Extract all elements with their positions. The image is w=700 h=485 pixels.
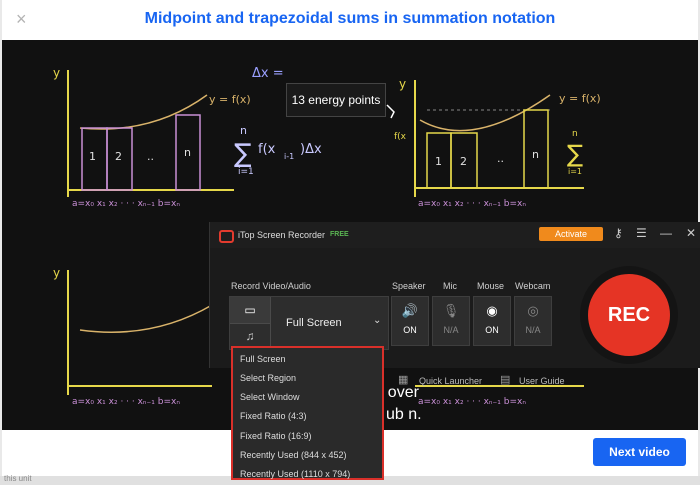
next-video-button[interactable]: Next video [593,438,686,466]
left-top-graph: y y = f(x) 1 2 .. n a=x₀ x₁ x₂ · · · xₙ₋… [53,66,322,209]
sum-subscript: i-1 [284,152,294,161]
record-mode-selector[interactable]: ▭ ♫ Full Screen ⌄ [229,296,389,350]
dropdown-item-fixed-16-9[interactable]: Fixed Ratio (16:9) [240,431,312,441]
user-guide-link[interactable]: User Guide [519,376,565,386]
left-bottom-graph: y a=x₀ x₁ x₂ · · · xₙ₋₁ b=xₙ [53,266,213,407]
left-top-fx-label: y = f(x) [209,93,251,106]
right-bar-dots: .. [497,152,504,165]
dropdown-item-recent-2[interactable]: Recently Used (1110 x 794) [240,469,350,479]
recorder-app-name: iTop Screen Recorder [238,230,326,240]
right-top-y-label: y [399,77,406,91]
right-bottom-axis-labels: a=x₀ x₁ x₂ · · · xₙ₋₁ b=xₙ [418,397,526,407]
left-bar-2: 2 [115,150,122,163]
speaker-icon: 🔊 [401,303,419,318]
close-window-icon[interactable]: ✕ [686,226,696,240]
mic-status: N/A [443,325,459,335]
speaker-status: ON [403,325,417,335]
sum-tail: )Δx [300,142,322,157]
page-bottom-text: this unit [4,474,32,483]
dropdown-item-full-screen[interactable]: Full Screen [240,354,286,364]
speaker-toggle[interactable]: 🔊 ON [391,296,429,346]
mouse-label: Mouse [477,281,505,291]
left-top-y-label: y [53,66,60,80]
mouse-icon: ◉ [486,303,498,318]
free-badge: FREE [330,231,349,238]
webcam-status: N/A [525,325,541,335]
right-bar-n: n [532,148,539,161]
svg-text:∑: ∑ [567,140,583,168]
delta-x-label: Δx = [252,66,284,81]
rec-button[interactable]: REC [588,274,670,356]
activate-button[interactable]: Activate [539,227,603,241]
modal-header: × Midpoint and trapezoidal sums in summa… [2,0,698,40]
right-sum-top: n [572,129,578,139]
mic-icon: 🎙 [442,303,460,318]
right-f0-label: f(x [394,132,407,142]
webcam-icon: ◎ [527,303,539,318]
key-icon[interactable]: ⚷ [614,226,623,240]
left-bar-1: 1 [89,150,96,163]
dropdown-item-recent-1[interactable]: Recently Used (844 x 452) [240,450,347,460]
dropdown-item-select-window[interactable]: Select Window [240,392,300,402]
right-bar-1: 1 [435,155,442,168]
quick-launcher-icon: ▦ [398,374,409,386]
left-bar-n: n [184,146,191,159]
recorder-logo-icon [219,230,234,243]
sum-expression: f(x [258,142,276,157]
left-bar-dots: .. [147,150,154,163]
mouse-status: ON [485,325,499,335]
recorder-titlebar[interactable]: iTop Screen Recorder FREE Activate ⚷ ☰ —… [210,222,700,248]
mic-toggle[interactable]: 🎙 N/A [432,296,470,346]
speaker-label: Speaker [392,281,426,291]
sum-top-index: n [240,124,247,137]
left-top-axis-labels: a=x₀ x₁ x₂ · · · xₙ₋₁ b=xₙ [72,199,180,209]
user-guide-icon: ▤ [500,374,511,386]
chevron-down-icon[interactable]: ⌄ [373,315,381,326]
dropdown-item-select-region[interactable]: Select Region [240,373,296,383]
right-top-fx-label: y = f(x) [559,92,601,105]
right-top-axis-labels: a=x₀ x₁ x₂ · · · xₙ₋₁ b=xₙ [418,199,526,209]
mic-label: Mic [443,281,457,291]
minimize-icon[interactable]: — [660,226,672,240]
video-title: Midpoint and trapezoidal sums in summati… [144,10,556,27]
mouse-toggle[interactable]: ◉ ON [473,296,511,346]
left-bottom-y-label: y [53,266,60,280]
monitor-icon[interactable]: ▭ [230,297,271,324]
svg-text:∑: ∑ [234,139,252,169]
right-bottom-graph: a=x₀ x₁ x₂ · · · xₙ₋₁ b=xₙ [415,385,584,407]
webcam-toggle[interactable]: ◎ N/A [514,296,552,346]
record-mode-dropdown[interactable]: Full Screen Select Region Select Window … [231,346,384,480]
right-top-graph: y y = f(x) 1 2 .. n f(x a=x₀ x₁ x₂ · · ·… [386,77,601,209]
webcam-label: Webcam [515,281,551,291]
sum-bottom-index: i=1 [238,167,254,177]
caption-line-2: ub n. [386,406,422,423]
dropdown-item-fixed-4-3[interactable]: Fixed Ratio (4:3) [240,411,307,421]
record-section-label: Record Video/Audio [231,281,311,291]
menu-icon[interactable]: ☰ [636,226,647,240]
right-bar-2: 2 [460,155,467,168]
energy-points-tooltip: 13 energy points [286,83,386,117]
quick-launcher-link[interactable]: Quick Launcher [419,376,482,386]
right-sum-bottom: i=1 [568,167,582,176]
left-bottom-axis-labels: a=x₀ x₁ x₂ · · · xₙ₋₁ b=xₙ [72,397,180,407]
record-mode-value[interactable]: Full Screen [286,317,342,329]
